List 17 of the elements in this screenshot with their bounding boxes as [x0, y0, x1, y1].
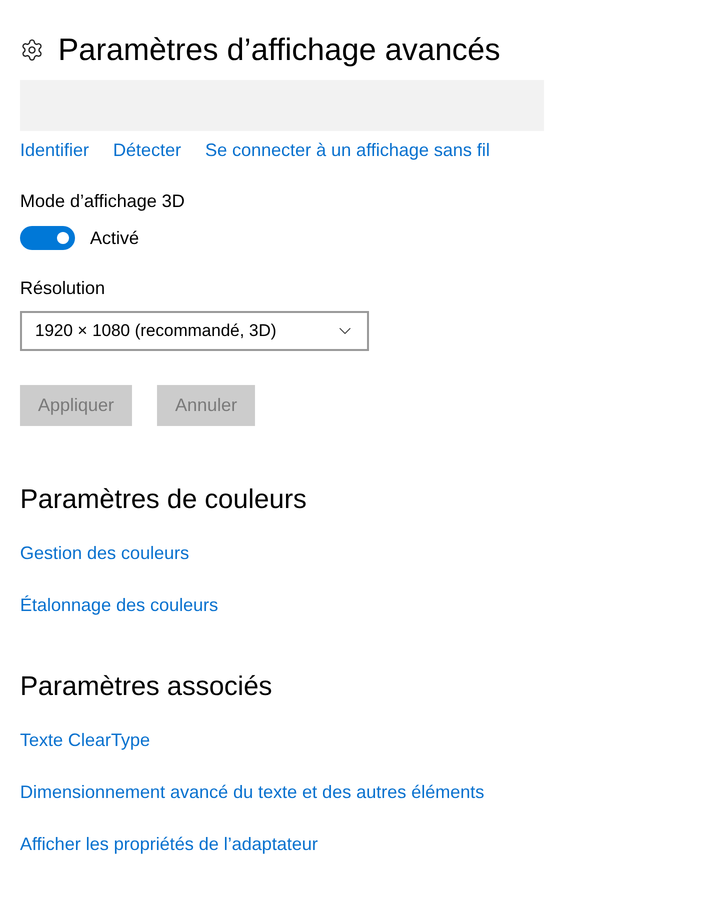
- settings-link[interactable]: Dimensionnement avancé du texte et des autres éléments: [20, 782, 484, 802]
- display-link[interactable]: Détecter: [113, 138, 182, 162]
- settings-link[interactable]: Étalonnage des couleurs: [20, 595, 218, 615]
- settings-link[interactable]: Gestion des couleurs: [20, 543, 190, 563]
- display-link[interactable]: Se connecter à un affichage sans fil: [205, 138, 490, 162]
- toggle-switch[interactable]: [20, 226, 75, 250]
- resolution-dropdown[interactable]: 1920 × 1080 (recommandé, 3D): [20, 311, 369, 351]
- page-title: Paramètres d’affichage avancés: [58, 31, 500, 69]
- setting-label: Mode d’affichage 3D: [20, 190, 185, 213]
- settings-link[interactable]: Texte ClearType: [20, 730, 150, 750]
- setting-label: Résolution: [20, 277, 106, 300]
- toggle-state-label: Activé: [90, 227, 140, 250]
- display-link[interactable]: Identifier: [20, 138, 90, 162]
- settings-icon: [20, 38, 44, 62]
- section-heading: Paramètres de couleurs: [20, 483, 307, 515]
- settings-link[interactable]: Afficher les propriétés de l’adaptateur: [20, 834, 318, 854]
- section-heading: Paramètres associés: [20, 670, 272, 702]
